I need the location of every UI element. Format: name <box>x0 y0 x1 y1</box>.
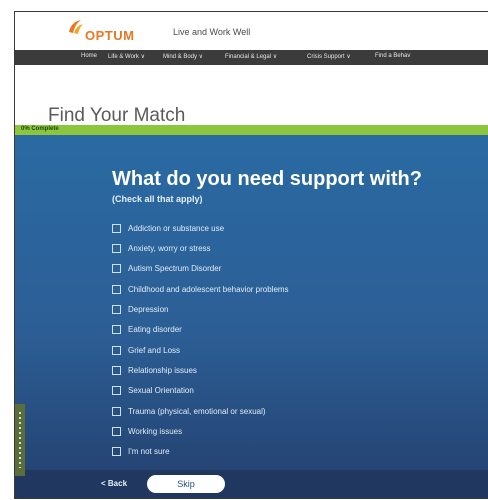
checkbox[interactable] <box>112 426 121 436</box>
progress-label: 0% Complete <box>21 126 59 132</box>
option-eating-disorder[interactable]: Eating disorder <box>112 322 182 336</box>
option-label: Addiction or substance use <box>128 223 225 233</box>
checkbox[interactable] <box>112 365 121 375</box>
skip-button[interactable]: Skip <box>147 475 225 493</box>
option-not-sure[interactable]: I'm not sure <box>112 444 170 458</box>
option-sexual-orientation[interactable]: Sexual Orientation <box>112 383 194 397</box>
optum-logo[interactable]: OPTUM <box>67 18 177 44</box>
question-hint: (Check all that apply) <box>112 194 203 204</box>
option-relationship[interactable]: Relationship issues <box>112 363 197 377</box>
main-nav: Home Life & Work ∨ Mind & Body ∨ Financi… <box>15 50 488 65</box>
back-link[interactable]: < Back <box>101 479 127 488</box>
optum-logo-icon <box>69 20 83 34</box>
option-childhood[interactable]: Childhood and adolescent behavior proble… <box>112 282 289 296</box>
nav-item-life-work[interactable]: Life & Work ∨ <box>108 53 145 60</box>
nav-item-home[interactable]: Home <box>81 53 97 59</box>
option-label: Working issues <box>128 426 183 436</box>
checkbox[interactable] <box>112 263 121 273</box>
question-heading: What do you need support with? <box>112 168 422 190</box>
option-anxiety[interactable]: Anxiety, worry or stress <box>112 241 211 255</box>
option-label: Relationship issues <box>128 365 197 375</box>
nav-item-mind-body[interactable]: Mind & Body ∨ <box>163 53 203 60</box>
checkbox[interactable] <box>112 345 121 355</box>
nav-item-find-behavioral[interactable]: Find a Behav <box>375 53 410 59</box>
page-title: Find Your Match <box>48 104 186 126</box>
questionnaire-panel: What do you need support with? (Check al… <box>15 135 488 498</box>
progress-bar: 0% Complete <box>15 125 488 135</box>
option-autism[interactable]: Autism Spectrum Disorder <box>112 261 221 275</box>
checkbox[interactable] <box>112 223 121 233</box>
option-label: Depression <box>128 304 169 314</box>
checkbox[interactable] <box>112 406 121 416</box>
option-label: Sexual Orientation <box>128 385 194 395</box>
checkbox[interactable] <box>112 385 121 395</box>
option-addiction[interactable]: Addiction or substance use <box>112 221 224 235</box>
checkbox[interactable] <box>112 284 121 294</box>
option-trauma[interactable]: Trauma (physical, emotional or sexual) <box>112 404 266 418</box>
brand-name: OPTUM <box>85 28 135 43</box>
option-label: Childhood and adolescent behavior proble… <box>128 284 289 294</box>
nav-item-crisis-support[interactable]: Crisis Support ∨ <box>307 53 351 60</box>
feedback-tab-grip <box>19 412 21 468</box>
feedback-tab[interactable] <box>15 404 25 476</box>
page-frame: OPTUM Live and Work Well Home Life & Wor… <box>14 11 488 499</box>
option-working-issues[interactable]: Working issues <box>112 424 182 438</box>
checkbox[interactable] <box>112 243 121 253</box>
option-label: Grief and Loss <box>128 345 181 355</box>
option-grief[interactable]: Grief and Loss <box>112 343 180 357</box>
checkbox[interactable] <box>112 446 121 456</box>
option-depression[interactable]: Depression <box>112 302 168 316</box>
option-label: Trauma (physical, emotional or sexual) <box>128 406 266 416</box>
option-label: Autism Spectrum Disorder <box>128 263 222 273</box>
checkbox[interactable] <box>112 304 121 314</box>
tagline: Live and Work Well <box>173 27 251 37</box>
checkbox[interactable] <box>112 324 121 334</box>
site-header: OPTUM Live and Work Well <box>15 12 488 50</box>
option-label: Eating disorder <box>128 324 182 334</box>
questionnaire-footer: < Back Skip <box>15 470 488 498</box>
nav-item-financial-legal[interactable]: Financial & Legal ∨ <box>225 53 277 60</box>
option-label: I'm not sure <box>128 446 170 456</box>
option-label: Anxiety, worry or stress <box>128 243 211 253</box>
